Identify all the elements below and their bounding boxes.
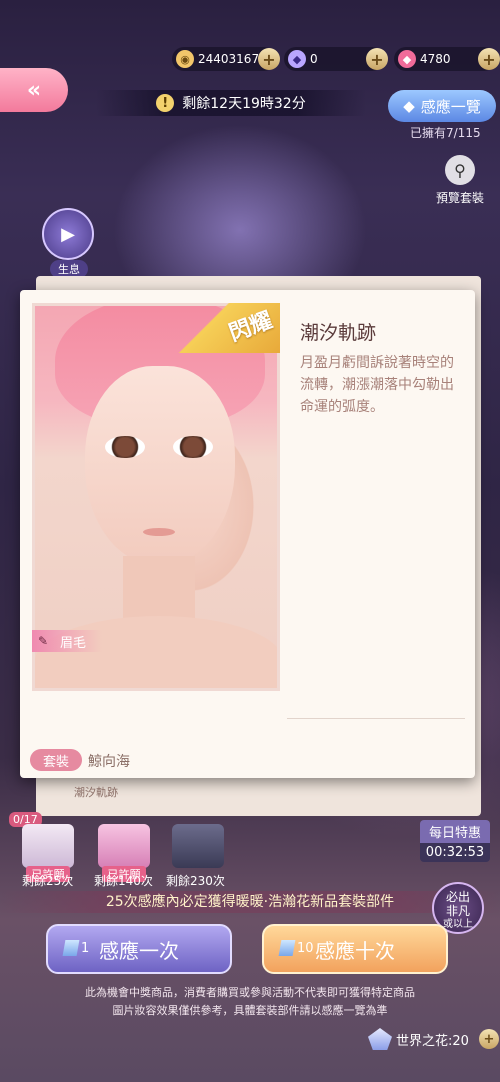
event-timer: ! 剩餘12天19時32分: [96, 90, 366, 116]
draw-cost: 1: [62, 940, 90, 956]
add-gold-button[interactable]: +: [258, 48, 280, 70]
alert-icon: !: [156, 94, 175, 112]
daily-countdown: 00:32:53: [420, 843, 490, 862]
item-description: 月盈月虧間訴說著時空的流轉，潮漲潮落中勾勒出命運的弧度。: [300, 355, 454, 415]
add-world-flower-button[interactable]: +: [478, 1029, 499, 1049]
gem-currency: ◆ 4780 +: [394, 47, 500, 71]
brush-icon: ✎: [38, 634, 49, 648]
disclaimer-line: 此為機會中獎商品，消費者購買或參與活動不代表即可獲得特定商品: [85, 986, 415, 999]
set-item-name: 潮汐軌跡: [74, 786, 118, 799]
diamond-currency: ◆ 0 +: [284, 47, 388, 71]
reward-item[interactable]: 已許願: [22, 824, 74, 882]
diamond-amount: 0: [310, 52, 318, 66]
crystal-icon: [278, 940, 296, 956]
reward-remaining: 剩餘230次: [166, 874, 225, 888]
diamond-icon: ◆: [288, 50, 306, 68]
draw-count: 1: [81, 940, 90, 956]
reward-item[interactable]: 已許願: [98, 824, 150, 882]
gem-amount: 4780: [420, 52, 451, 66]
preview-suit-button[interactable]: ⚲ 預覽套裝: [432, 155, 488, 206]
diamond-icon: ◆: [403, 97, 415, 115]
disclaimer-line: 圖片妝容效果僅供參考，具體套裝部件請以感應一覽為準: [112, 1004, 388, 1017]
back-arrow-icon: «: [26, 77, 42, 103]
disclaimer: 此為機會中獎商品，消費者購買或參與活動不代表即可獲得特定商品 圖片妝容效果僅供參…: [0, 984, 500, 1020]
draw-ten-button[interactable]: 10 感應十次: [262, 924, 448, 974]
badge-line: 必出: [445, 890, 470, 904]
item-title: 潮汐軌跡: [300, 322, 377, 344]
daily-deal-button[interactable]: 每日特惠 00:32:53: [420, 820, 490, 862]
left-eye: [105, 436, 145, 458]
right-eye: [173, 436, 213, 458]
gallery-button[interactable]: ◆ 感應一覽: [388, 90, 496, 122]
face: [85, 366, 235, 566]
part-label: 眉毛: [60, 635, 87, 651]
draw-ten-label: 感應十次: [315, 938, 395, 963]
play-icon: ▶: [61, 223, 75, 245]
owned-count: 已擁有7/115: [410, 126, 481, 140]
pink-gem-icon: ◆: [398, 50, 416, 68]
draw-once-label: 感應一次: [99, 938, 179, 963]
gold-amount: 24403167: [198, 52, 260, 66]
world-flower-label: 世界之花:20: [396, 1033, 469, 1049]
suit-tag: 套裝: [30, 749, 82, 771]
crystal-flower-icon: [368, 1028, 392, 1050]
shoulders: [35, 616, 277, 688]
suit-name: 鯨向海: [88, 754, 130, 770]
divider: [287, 718, 465, 719]
rarity-label: 閃耀: [225, 307, 276, 347]
reward-remaining: 剩餘25次: [22, 874, 74, 888]
daily-label: 每日特惠: [420, 820, 490, 843]
gold-currency: ◉ 24403167 +: [172, 47, 280, 71]
add-gem-button[interactable]: +: [478, 48, 500, 70]
add-diamond-button[interactable]: +: [366, 48, 388, 70]
gallery-label: 感應一覽: [420, 97, 481, 116]
guarantee-banner: 25次感應內必定獲得暖暖·浩瀚花新品套裝部件: [0, 891, 500, 913]
reward-item[interactable]: [172, 824, 224, 868]
world-flower-currency: 世界之花:20 +: [368, 1028, 499, 1050]
timer-text: 剩餘12天19時32分: [182, 96, 306, 112]
back-button[interactable]: «: [0, 68, 68, 112]
play-story-button[interactable]: ▶: [42, 208, 94, 260]
crystal-icon: [62, 940, 80, 956]
draw-once-button[interactable]: 1 感應一次: [46, 924, 232, 974]
search-icon: ⚲: [445, 155, 475, 185]
draw-count: 10: [297, 940, 314, 956]
preview-label: 預覽套裝: [435, 191, 484, 205]
badge-line: 非凡: [445, 904, 470, 918]
mouth: [143, 528, 175, 536]
part-tag: ✎ 眉毛: [32, 630, 102, 652]
cat-coin-icon: ◉: [176, 50, 194, 68]
reward-remaining: 剩餘140次: [94, 874, 153, 888]
rarity-ribbon: 閃耀: [160, 303, 280, 353]
draw-cost: 10: [278, 940, 314, 956]
